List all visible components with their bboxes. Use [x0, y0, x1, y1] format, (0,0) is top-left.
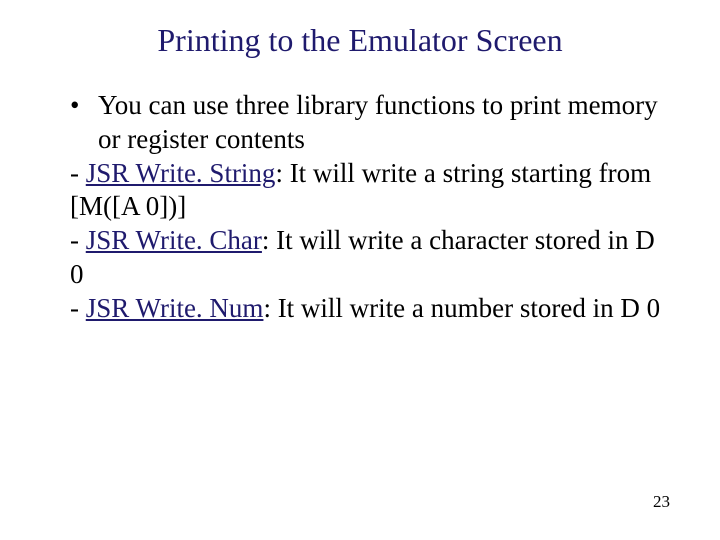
library-function-item: - JSR Write. String: It will write a str… [70, 157, 670, 225]
dash-marker: - [70, 225, 86, 255]
slide-title: Printing to the Emulator Screen [0, 0, 720, 59]
slide: Printing to the Emulator Screen • You ca… [0, 0, 720, 540]
bullet-marker: • [70, 89, 98, 157]
library-function-item: - JSR Write. Char: It will write a chara… [70, 224, 670, 292]
dash-marker: - [70, 293, 86, 323]
jsr-call: JSR Write. Char [86, 225, 262, 255]
library-function-item: - JSR Write. Num: It will write a number… [70, 292, 670, 326]
page-number: 23 [653, 492, 670, 512]
bullet-text: You can use three library functions to p… [98, 89, 670, 157]
bullet-item: • You can use three library functions to… [70, 89, 670, 157]
item-description: : It will write a number stored in D 0 [263, 293, 660, 323]
jsr-call: JSR Write. Num [86, 293, 264, 323]
slide-body: • You can use three library functions to… [0, 59, 720, 325]
dash-marker: - [70, 158, 86, 188]
jsr-call: JSR Write. String [86, 158, 276, 188]
